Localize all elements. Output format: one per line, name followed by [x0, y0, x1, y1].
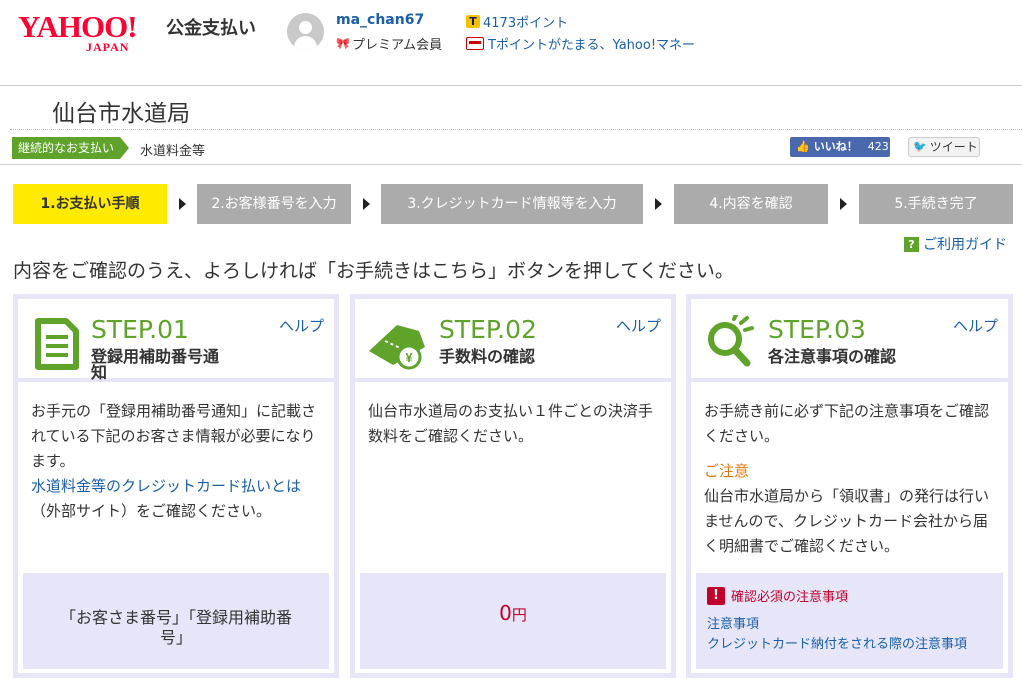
step1-title-line1: 登録用補助番号通	[91, 347, 220, 366]
step2-body: 仙台市水道局のお支払い１件ごとの決済手数料をご確認ください。	[368, 402, 653, 445]
avatar-head	[299, 21, 312, 34]
tweet-button[interactable]: 🐦 ツイート	[908, 137, 980, 157]
site-header: YAHOO! JAPAN 公金支払い ma_chan67 🎀 プレミアム会員 T…	[0, 0, 1022, 86]
page-title: 仙台市水道局	[52, 101, 190, 127]
step3-notice-box: ! 確認必須の注意事項 注意事項 クレジットカード納付をされる際の注意事項	[696, 573, 1003, 669]
step-arrow-icon	[179, 198, 186, 210]
step1-required-info: 「お客さま番号」「登録用補助番 号」	[23, 573, 329, 669]
instruction-text: 内容をご確認のうえ、よろしければ「お手続きはこちら」ボタンを押してください。	[13, 260, 734, 282]
tweet-label: ツイート	[929, 140, 978, 154]
step3-body: お手続き前に必ず下記の注意事項をご確認ください。 ご注意 仙台市水道局から「領収…	[704, 399, 996, 559]
step2-card: ¥ STEP.02 手数料の確認 ヘルプ 仙台市水道局のお支払い１件ごとの決済手…	[350, 294, 676, 678]
progress-steps: 1.お支払い手順 2.お客様番号を入力 3.クレジットカード情報等を入力 4.内…	[13, 184, 1013, 224]
points-link[interactable]: T 4173ポイント	[466, 12, 568, 31]
step2-title: 手数料の確認	[439, 347, 536, 366]
step2-card-header: ¥ STEP.02 手数料の確認 ヘルプ	[355, 299, 671, 382]
sub-bar: 継続的なお支払い 水道料金等 👍 いいね！ 423 🐦 ツイート	[0, 137, 1022, 165]
question-icon: ?	[904, 236, 919, 252]
step-arrow-icon	[655, 198, 662, 210]
caution-label: ご注意	[704, 462, 750, 480]
logo-text: YAHOO!	[18, 9, 138, 44]
step3-help-link[interactable]: ヘルプ	[953, 315, 998, 336]
step3-label: STEP.03	[768, 315, 866, 344]
step-arrow-icon	[363, 198, 370, 210]
step1-body-suffix: （外部サイト）をご確認ください。	[31, 502, 272, 520]
step1-body: お手元の「登録用補助番号通知」に記載されている下記のお客さま情報が必要になります…	[31, 399, 323, 524]
fee-value: 0	[499, 601, 512, 625]
tpoint-icon: T	[466, 15, 480, 28]
service-name[interactable]: 公金支払い	[166, 14, 256, 40]
step1-body-text: お手元の「登録用補助番号通知」に記載されている下記のお客さま情報が必要になります…	[31, 402, 317, 470]
tpoint-promo-text: Tポイントがたまる、Yahoo!マネー	[488, 38, 696, 53]
notice-title-text: 確認必須の注意事項	[731, 590, 849, 605]
card-icon	[466, 37, 484, 50]
step1-card-header: STEP.01 登録用補助番号通 知 ヘルプ	[18, 299, 334, 382]
username-link[interactable]: ma_chan67	[336, 12, 424, 28]
premium-member: 🎀 プレミアム会員	[336, 34, 442, 53]
twitter-bird-icon: 🐦	[913, 140, 927, 153]
step3-title: 各注意事項の確認	[768, 347, 897, 366]
step3-card: STEP.03 各注意事項の確認 ヘルプ お手続き前に必ず下記の注意事項をご確認…	[686, 294, 1013, 678]
step1-label: STEP.01	[91, 315, 189, 344]
yahoo-logo[interactable]: YAHOO! JAPAN	[18, 9, 160, 55]
step1-help-link[interactable]: ヘルプ	[279, 315, 324, 336]
required-notice: ! 確認必須の注意事項	[707, 586, 848, 605]
step3-body-text: お手続き前に必ず下記の注意事項をご確認ください。	[704, 402, 990, 445]
step2-help-link[interactable]: ヘルプ	[616, 315, 661, 336]
exclamation-icon: !	[707, 586, 725, 605]
tpoint-promo-link[interactable]: Tポイントがたまる、Yahoo!マネー	[466, 34, 695, 53]
step1-card: STEP.01 登録用補助番号通 知 ヘルプ お手元の「登録用補助番号通知」に記…	[13, 294, 339, 678]
category-label: 水道料金等	[140, 144, 206, 159]
ribbon-icon: 🎀	[336, 36, 350, 50]
step-4: 4.内容を確認	[674, 184, 828, 224]
avatar-body	[294, 36, 317, 50]
fee-unit: 円	[511, 606, 527, 624]
required-info-line2: 号」	[159, 628, 192, 647]
avatar[interactable]	[287, 13, 324, 50]
like-count: 423	[867, 140, 889, 153]
credit-notice-link[interactable]: クレジットカード納付をされる際の注意事項	[707, 633, 967, 652]
step-5: 5.手続き完了	[859, 184, 1013, 224]
premium-label: プレミアム会員	[352, 38, 443, 53]
caution-text: 仙台市水道局から「領収書」の発行は行いませんので、クレジットカード会社から届く明…	[704, 487, 990, 555]
step2-label: STEP.02	[439, 315, 537, 344]
step1-title: 登録用補助番号通 知	[91, 349, 219, 381]
guide-label: ご利用ガイド	[923, 237, 1007, 253]
step-3: 3.クレジットカード情報等を入力	[381, 184, 643, 224]
points-value: 4173ポイント	[483, 16, 569, 31]
fee-amount: 0円	[360, 601, 666, 625]
step-2: 2.お客様番号を入力	[197, 184, 351, 224]
step1-title-line2: 知	[91, 363, 108, 382]
step3-card-header: STEP.03 各注意事項の確認 ヘルプ	[691, 299, 1008, 382]
water-credit-link[interactable]: 水道料金等のクレジットカード払いとは	[31, 477, 301, 495]
svg-text:¥: ¥	[405, 350, 413, 365]
step-1: 1.お支払い手順	[13, 184, 167, 224]
notice-link[interactable]: 注意事項	[707, 613, 759, 632]
document-icon	[35, 318, 79, 370]
like-label: いいね！	[813, 140, 858, 153]
required-info-line1: 「お客さま番号」「登録用補助番	[59, 608, 292, 627]
step2-fee-box: 0円	[360, 573, 666, 669]
usage-guide-link[interactable]: ? ご利用ガイド	[904, 234, 1007, 254]
magnifier-icon	[708, 315, 754, 367]
ticket-yen-icon: ¥	[369, 325, 425, 370]
logo-sub: JAPAN	[86, 40, 130, 54]
payment-type-tag: 継続的なお支払い	[12, 137, 129, 159]
thumbs-up-icon: 👍	[796, 140, 810, 153]
facebook-like-button[interactable]: 👍 いいね！ 423	[790, 137, 890, 157]
step-arrow-icon	[840, 198, 847, 210]
title-divider	[10, 129, 1022, 130]
